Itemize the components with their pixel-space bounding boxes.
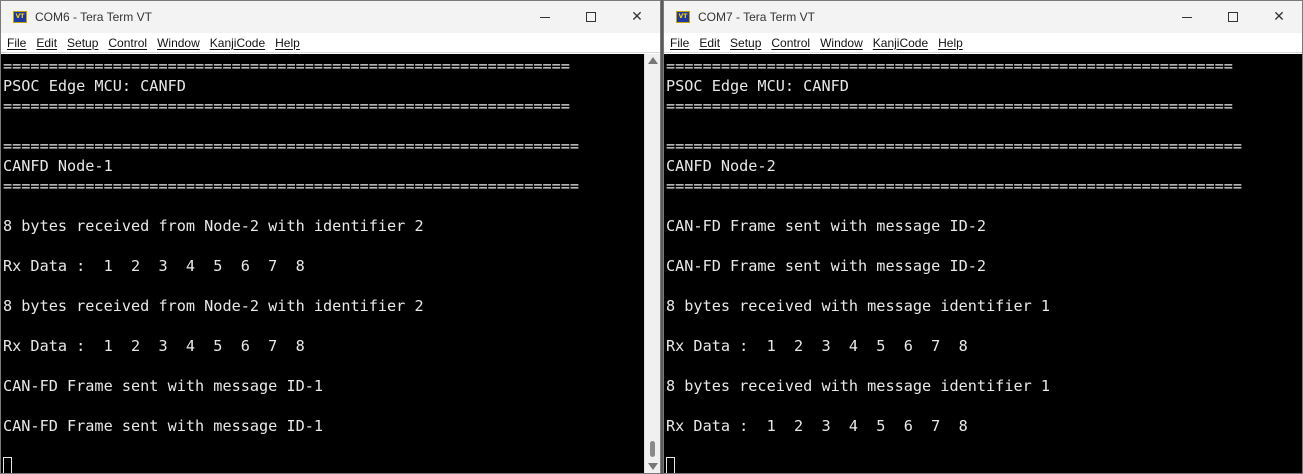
minimize-button[interactable] bbox=[522, 1, 568, 33]
window-title: COM7 - Tera Term VT bbox=[698, 10, 815, 24]
menu-help[interactable]: Help bbox=[938, 36, 963, 50]
terminal-line: 8 bytes received from Node-2 with identi… bbox=[3, 297, 424, 315]
terminal-output: ========================================… bbox=[3, 54, 644, 473]
menu-bar: File Edit Setup Control Window KanjiCode… bbox=[1, 33, 660, 53]
scroll-thumb[interactable] bbox=[650, 441, 655, 457]
scroll-up-arrow-icon[interactable] bbox=[648, 57, 658, 64]
close-icon: ✕ bbox=[631, 9, 643, 25]
terminal-line: CANFD Node-2 bbox=[666, 157, 776, 175]
menu-edit[interactable]: Edit bbox=[699, 36, 720, 50]
maximize-button[interactable] bbox=[1210, 1, 1256, 33]
terminal-line: 8 bytes received with message identifier… bbox=[666, 297, 1051, 315]
terminal-line: ========================================… bbox=[3, 137, 580, 155]
teraterm-window-com6[interactable]: VT COM6 - Tera Term VT ✕ File Edit Setup… bbox=[0, 0, 661, 474]
terminal-line: ========================================… bbox=[666, 57, 1233, 75]
menu-setup[interactable]: Setup bbox=[67, 36, 98, 50]
close-button[interactable]: ✕ bbox=[614, 1, 660, 33]
terminal-line: ========================================… bbox=[3, 57, 570, 75]
terminal-line: CAN-FD Frame sent with message ID-1 bbox=[3, 417, 324, 435]
teraterm-app-icon: VT bbox=[13, 11, 27, 23]
title-bar[interactable]: VT COM6 - Tera Term VT ✕ bbox=[1, 1, 660, 33]
terminal-line: ========================================… bbox=[666, 137, 1243, 155]
menu-file[interactable]: File bbox=[670, 36, 689, 50]
menu-control[interactable]: Control bbox=[771, 36, 810, 50]
maximize-icon bbox=[586, 12, 596, 22]
terminal-line: ========================================… bbox=[3, 177, 580, 195]
terminal-line: Rx Data : 1 2 3 4 5 6 7 8 bbox=[3, 337, 305, 355]
window-title: COM6 - Tera Term VT bbox=[35, 10, 152, 24]
menu-window[interactable]: Window bbox=[820, 36, 863, 50]
terminal-line: Rx Data : 1 2 3 4 5 6 7 8 bbox=[666, 417, 968, 435]
teraterm-app-icon: VT bbox=[676, 11, 690, 23]
menu-kanjicode[interactable]: KanjiCode bbox=[873, 36, 928, 50]
teraterm-window-com7[interactable]: VT COM7 - Tera Term VT ✕ File Edit Setup… bbox=[663, 0, 1303, 474]
terminal-output: ========================================… bbox=[666, 54, 1302, 473]
menu-bar: File Edit Setup Control Window KanjiCode… bbox=[664, 33, 1302, 53]
terminal-area[interactable]: ========================================… bbox=[664, 54, 1302, 473]
terminal-line: CAN-FD Frame sent with message ID-2 bbox=[666, 257, 987, 275]
close-button[interactable]: ✕ bbox=[1256, 1, 1302, 33]
terminal-line: 8 bytes received with message identifier… bbox=[666, 377, 1051, 395]
terminal-line: ========================================… bbox=[666, 97, 1233, 115]
maximize-button[interactable] bbox=[568, 1, 614, 33]
minimize-icon bbox=[540, 16, 550, 18]
scroll-down-arrow-icon[interactable] bbox=[648, 463, 658, 470]
menu-control[interactable]: Control bbox=[108, 36, 147, 50]
vertical-scrollbar[interactable] bbox=[644, 54, 660, 473]
menu-window[interactable]: Window bbox=[157, 36, 200, 50]
terminal-line: Rx Data : 1 2 3 4 5 6 7 8 bbox=[666, 337, 968, 355]
menu-help[interactable]: Help bbox=[275, 36, 300, 50]
menu-setup[interactable]: Setup bbox=[730, 36, 761, 50]
terminal-area[interactable]: ========================================… bbox=[1, 54, 644, 473]
minimize-icon bbox=[1182, 16, 1192, 18]
terminal-line: Rx Data : 1 2 3 4 5 6 7 8 bbox=[3, 257, 305, 275]
title-bar[interactable]: VT COM7 - Tera Term VT ✕ bbox=[664, 1, 1302, 33]
menu-kanjicode[interactable]: KanjiCode bbox=[210, 36, 265, 50]
maximize-icon bbox=[1228, 12, 1238, 22]
terminal-line: ========================================… bbox=[666, 177, 1243, 195]
terminal-line: CAN-FD Frame sent with message ID-2 bbox=[666, 217, 987, 235]
terminal-line: CANFD Node-1 bbox=[3, 157, 113, 175]
terminal-line: ========================================… bbox=[3, 97, 570, 115]
minimize-button[interactable] bbox=[1164, 1, 1210, 33]
terminal-line: CAN-FD Frame sent with message ID-1 bbox=[3, 377, 324, 395]
terminal-line: PSOC Edge MCU: CANFD bbox=[666, 77, 849, 95]
terminal-line: 8 bytes received from Node-2 with identi… bbox=[3, 217, 424, 235]
terminal-cursor bbox=[3, 457, 12, 473]
menu-file[interactable]: File bbox=[7, 36, 26, 50]
close-icon: ✕ bbox=[1273, 9, 1285, 25]
menu-edit[interactable]: Edit bbox=[36, 36, 57, 50]
terminal-line: PSOC Edge MCU: CANFD bbox=[3, 77, 186, 95]
terminal-cursor bbox=[666, 457, 675, 473]
